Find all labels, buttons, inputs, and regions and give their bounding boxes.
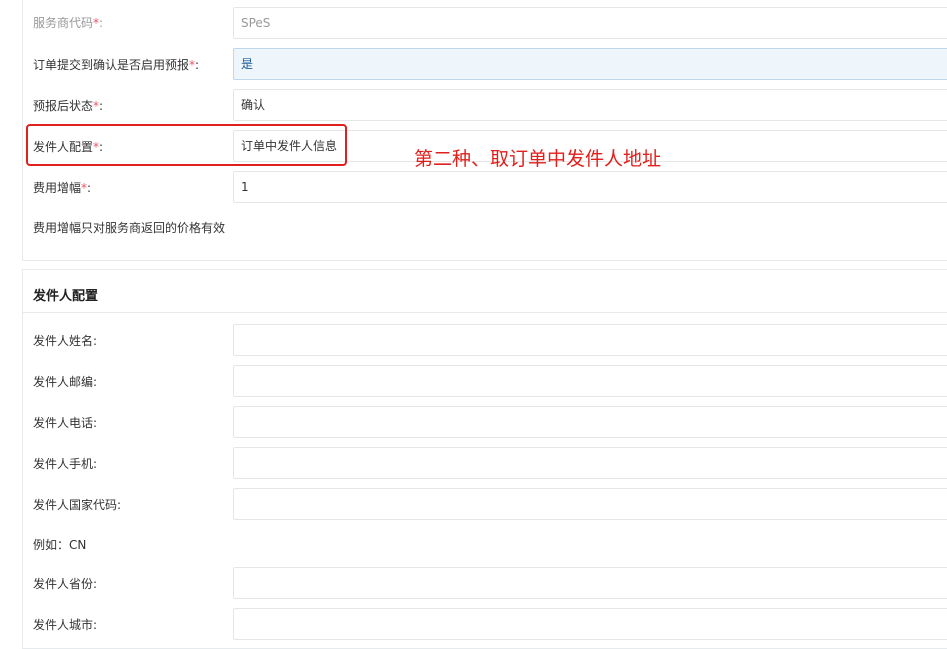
forecast-enable-select[interactable]: 是: [233, 48, 947, 80]
sender-country-code-input[interactable]: [233, 488, 947, 520]
sender-province-input[interactable]: [233, 567, 947, 599]
sender-mobile-label: 发件人手机:: [33, 457, 98, 471]
sender-phone-label: 发件人电话:: [33, 416, 98, 430]
fee-increase-hint: 费用增幅只对服务商返回的价格有效: [33, 221, 226, 235]
fee-increase-label: 费用增幅*:: [33, 181, 92, 195]
sender-mobile-input[interactable]: [233, 447, 947, 479]
sender-country-code-label: 发件人国家代码:: [33, 498, 122, 512]
section-divider: [23, 312, 947, 313]
sender-config-label: 发件人配置*:: [33, 140, 104, 154]
sender-postcode-label: 发件人邮编:: [33, 375, 98, 389]
fee-increase-input[interactable]: 1: [233, 171, 947, 203]
post-forecast-status-select[interactable]: 确认: [233, 89, 947, 121]
post-forecast-status-label: 预报后状态*:: [33, 99, 104, 113]
sender-province-label: 发件人省份:: [33, 577, 98, 591]
country-code-example: 例如：CN: [33, 538, 87, 552]
sender-settings-panel: 发件人配置 发件人姓名: 发件人邮编: 发件人电话: 发件人手机: 发件人国家代…: [22, 269, 947, 649]
sender-name-input[interactable]: [233, 324, 947, 356]
sender-postcode-input[interactable]: [233, 365, 947, 397]
service-code-field[interactable]: SPeS: [233, 7, 947, 39]
sender-city-input[interactable]: [233, 608, 947, 640]
annotation-text: 第二种、取订单中发件人地址: [414, 148, 662, 170]
forecast-enable-label: 订单提交到确认是否启用预报*:: [33, 58, 200, 72]
sender-phone-input[interactable]: [233, 406, 947, 438]
sender-name-label: 发件人姓名:: [33, 334, 98, 348]
general-settings-panel: 服务商代码*: SPeS 订单提交到确认是否启用预报*: 是 预报后状态*: 确…: [22, 0, 947, 261]
sender-city-label: 发件人城市:: [33, 618, 98, 632]
section-title: 发件人配置: [33, 289, 99, 304]
service-code-label: 服务商代码*:: [33, 16, 104, 30]
